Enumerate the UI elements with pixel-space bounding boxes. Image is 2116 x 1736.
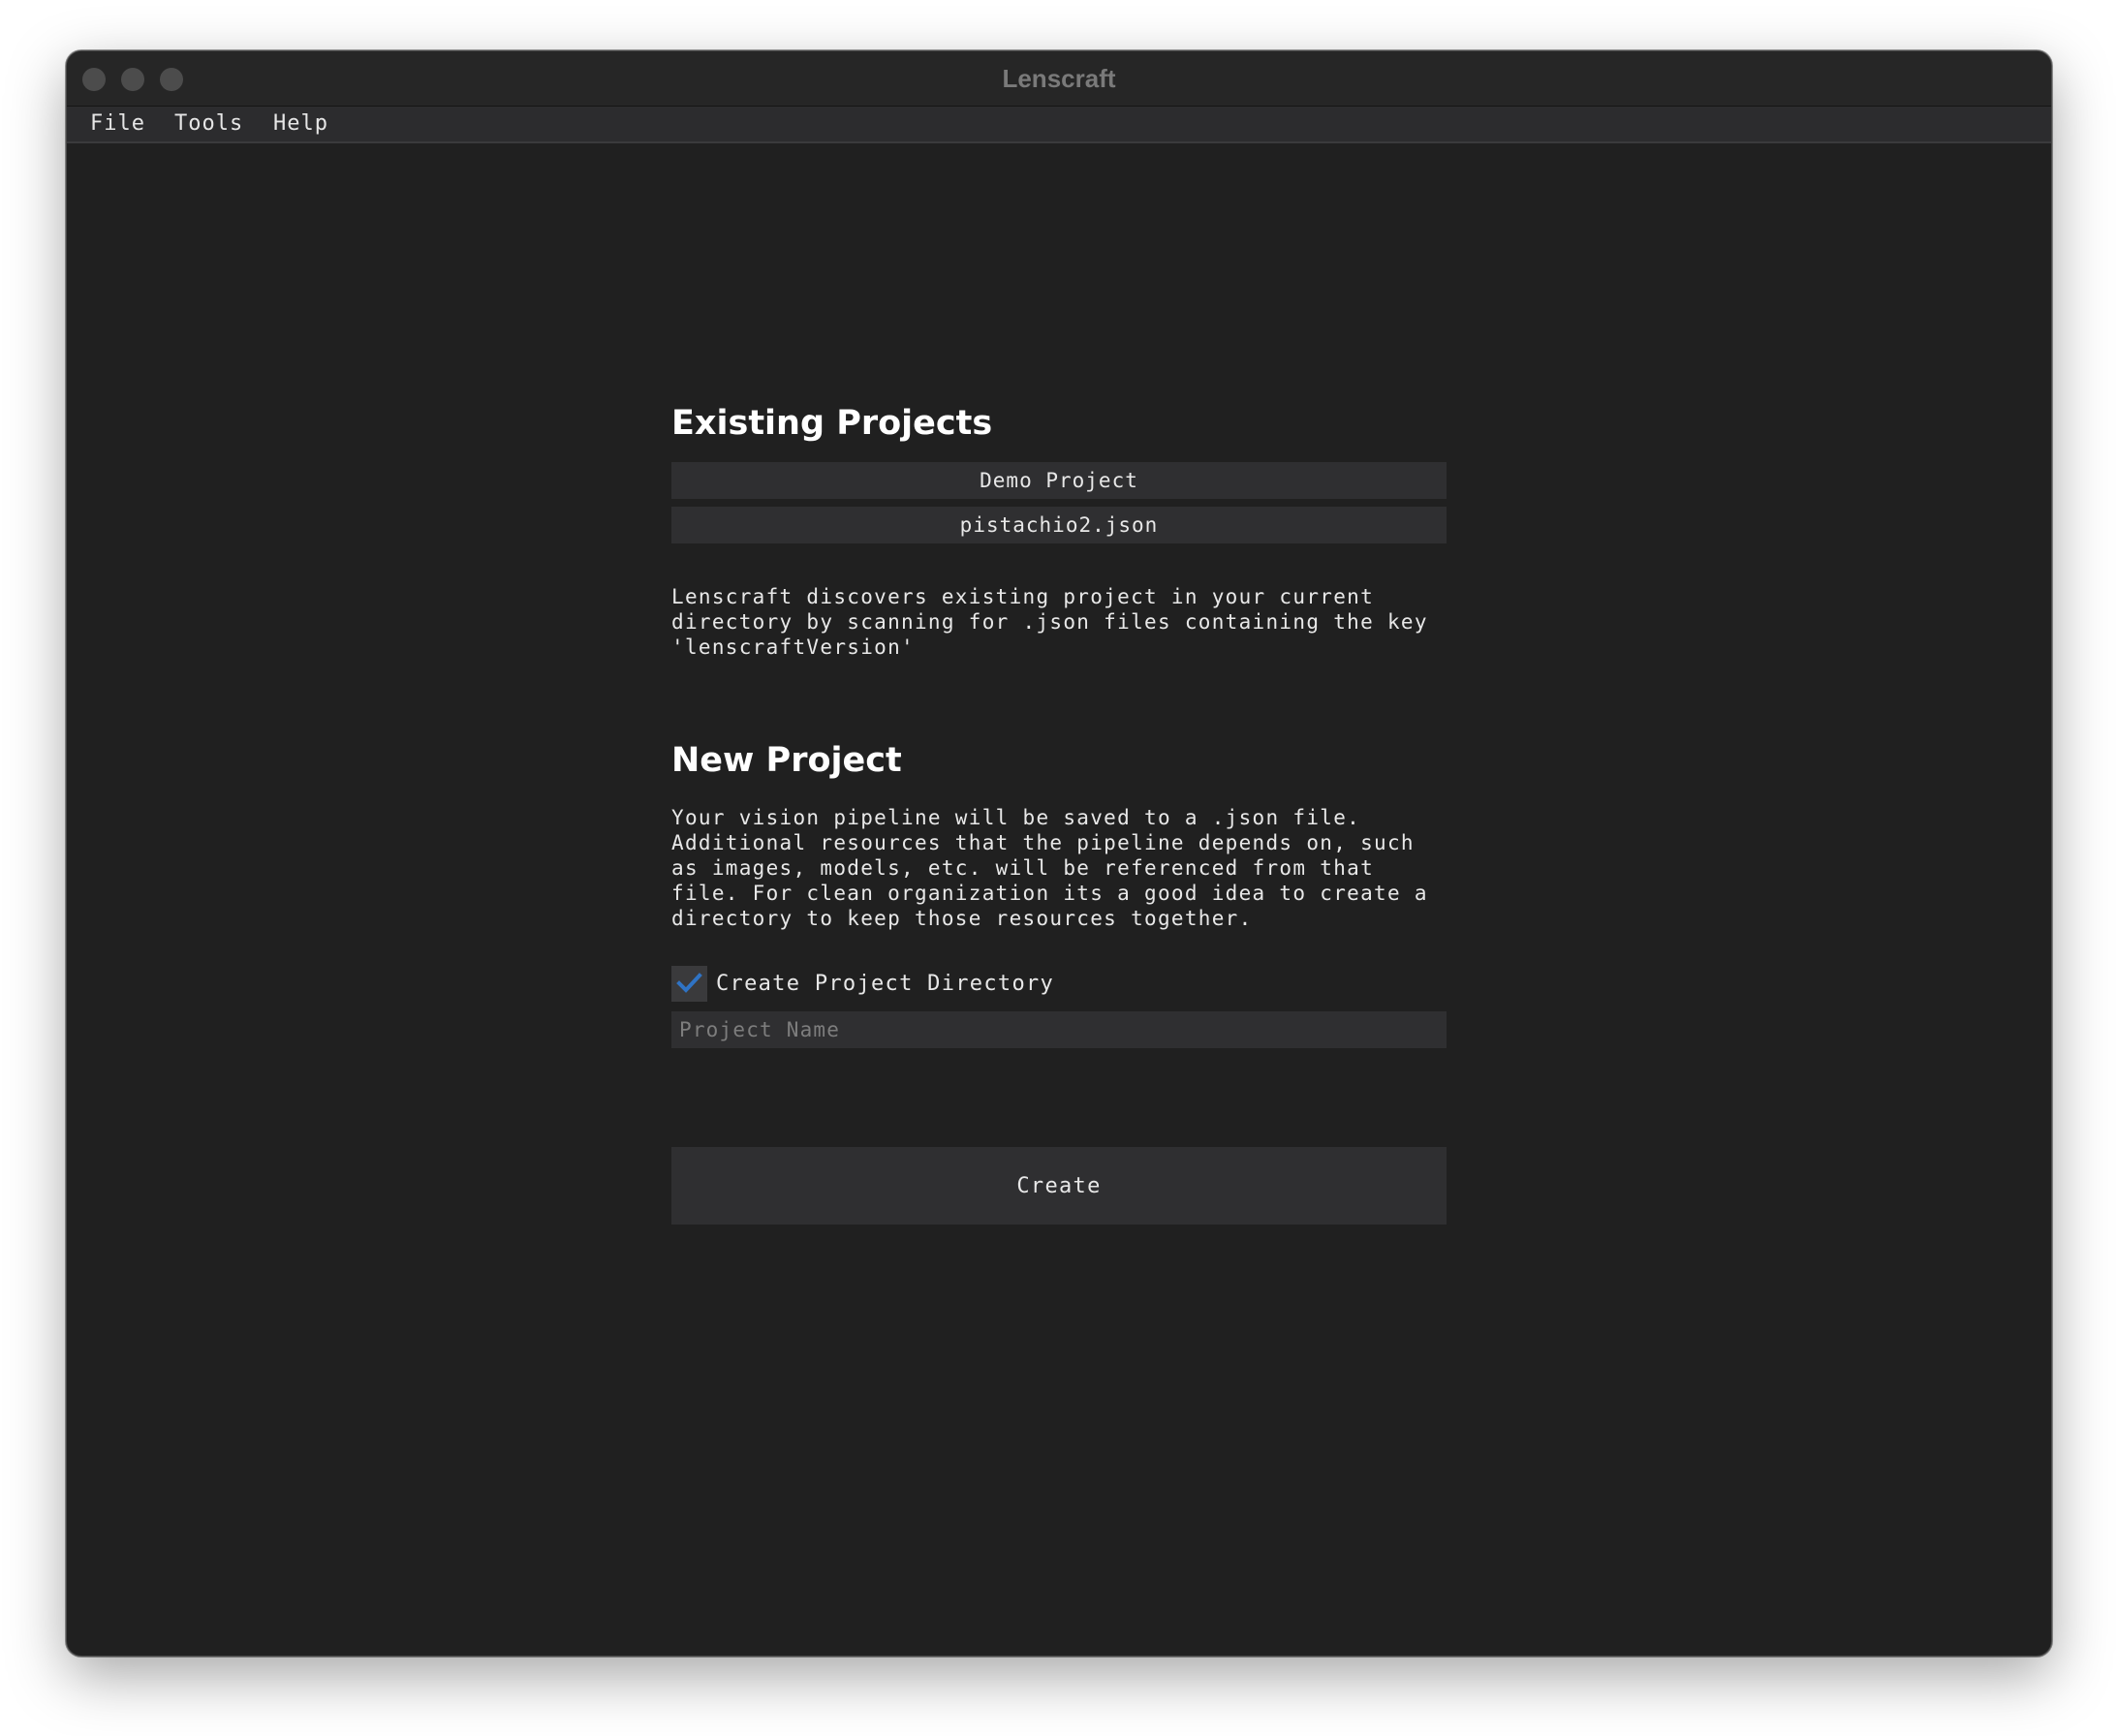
project-name-input[interactable] [671,1011,1447,1048]
project-button-demo[interactable]: Demo Project [671,462,1447,499]
checkmark-icon [676,973,702,993]
create-directory-label: Create Project Directory [716,972,1055,996]
menu-bar: File Tools Help [67,107,2051,143]
create-directory-checkbox[interactable] [671,966,707,1002]
new-project-heading: New Project [671,741,902,780]
app-window: Lenscraft File Tools Help Existing Proje… [66,50,2052,1657]
new-project-description: Your vision pipeline will be saved to a … [671,806,1428,930]
menu-tools[interactable]: Tools [174,107,243,141]
menu-help[interactable]: Help [273,107,328,141]
create-button[interactable]: Create [671,1147,1447,1224]
title-bar[interactable]: Lenscraft [67,51,2051,107]
existing-projects-heading: Existing Projects [671,404,993,443]
window-title: Lenscraft [1002,64,1116,93]
menu-file[interactable]: File [90,107,145,141]
project-button-pistachio2[interactable]: pistachio2.json [671,507,1447,543]
existing-projects-description: Lenscraft discovers existing project in … [671,585,1428,659]
